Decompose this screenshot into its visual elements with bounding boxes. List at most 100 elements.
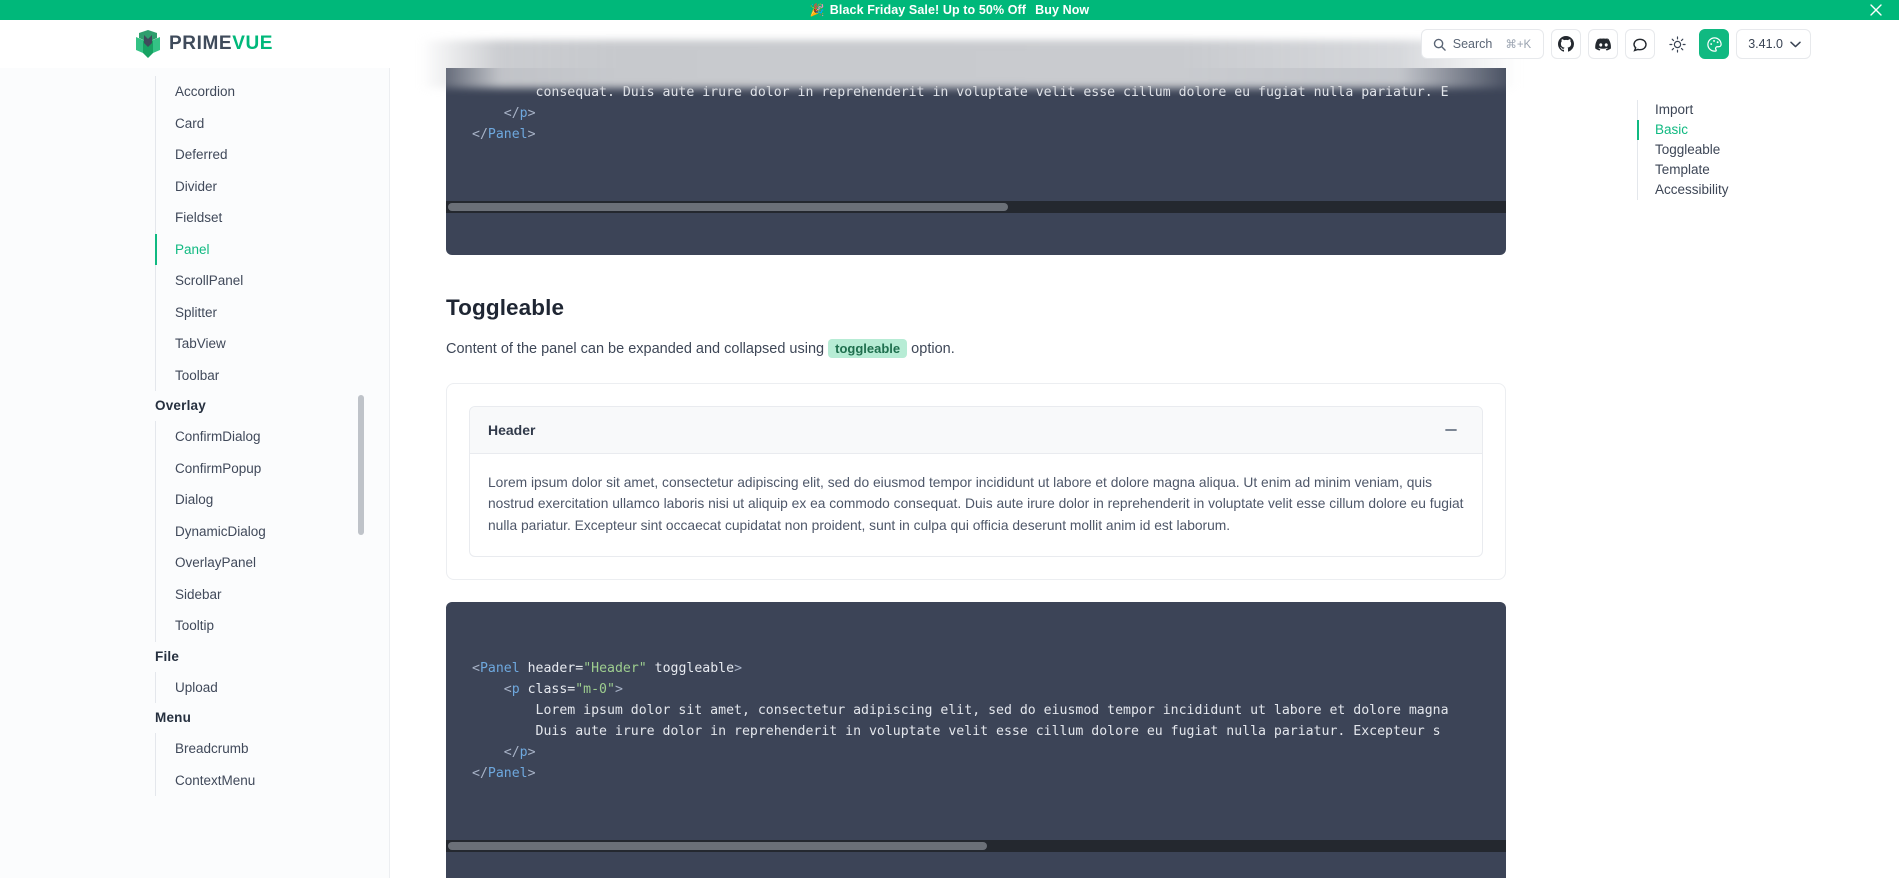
sidebar-group-title: Overlay xyxy=(155,398,206,413)
code-block-toggleable-scrollbar[interactable] xyxy=(446,839,1506,852)
sidebar-item-panel[interactable]: Panel xyxy=(155,233,390,265)
github-icon[interactable] xyxy=(1551,29,1582,59)
close-icon[interactable] xyxy=(1869,3,1883,17)
version-label: 3.41.0 xyxy=(1748,37,1783,51)
code-token-punct: > xyxy=(527,765,536,781)
promo-banner: 🎉 Black Friday Sale! Up to 50% Off Buy N… xyxy=(0,0,1899,20)
code-token-punct: </ xyxy=(472,744,520,760)
sidebar-group-list: Accordion Card Deferred Divider Fieldset Pane… xyxy=(155,76,390,391)
doc-content: consequat. Duis aute irure dolor in repr… xyxy=(446,68,1506,878)
primevue-logo-text: PRIMEVUE xyxy=(169,33,273,55)
panel-header[interactable]: Header xyxy=(470,406,1482,454)
desc-text-before: Content of the panel can be expanded and… xyxy=(446,341,829,357)
sidebar-item-overlaypanel[interactable]: OverlayPanel xyxy=(155,547,390,579)
sidebar-group-title: File xyxy=(155,648,180,664)
code-token-tag: Panel xyxy=(487,127,528,142)
code-token-text: Duis aute irure dolor in reprehenderit i… xyxy=(472,723,1441,739)
sidebar-item-fieldset[interactable]: Fieldset xyxy=(155,202,390,234)
sidebar-item-accordion[interactable]: Accordion xyxy=(155,76,390,108)
sidebar-item-toolbar[interactable]: Toolbar xyxy=(155,360,390,392)
toc-item-import[interactable]: Import xyxy=(1637,100,1807,120)
code-token-punct: < xyxy=(472,681,512,697)
code-token-attr: header= xyxy=(519,660,584,676)
minus-icon[interactable] xyxy=(1438,417,1464,443)
header-actions: Search ⌘+K 3.41.0 xyxy=(1420,29,1811,59)
sun-icon[interactable] xyxy=(1662,29,1693,59)
panel-component: Header Lorem ipsum dolor sit amet, conse… xyxy=(469,405,1483,557)
panel-body-text: Lorem ipsum dolor sit amet, consectetur … xyxy=(488,474,1464,533)
sidebar-item-contextmenu[interactable]: ContextMenu xyxy=(155,765,390,797)
table-of-contents: Import Basic Toggleable Template Accessibili… xyxy=(1637,100,1807,200)
logo-prime: PRIME xyxy=(169,33,233,54)
sidebar-item-splitter[interactable]: Splitter xyxy=(155,297,390,329)
code-token-str: "m-0" xyxy=(575,681,615,697)
code-token-tag: p xyxy=(511,681,520,697)
sidebar-item-deferred[interactable]: Deferred xyxy=(155,139,390,171)
code-token-attr: class= xyxy=(519,681,576,697)
sidebar-group-list: ConfirmDialog ConfirmPopup Dialog DynamicDi… xyxy=(155,421,390,642)
sidebar-item-divider[interactable]: Divider xyxy=(155,171,390,203)
sidebar-item-confirmdialog[interactable]: ConfirmDialog xyxy=(155,421,390,453)
code-token-punct: > xyxy=(527,744,536,760)
panel-demo-card: Header Lorem ipsum dolor sit amet, conse… xyxy=(446,382,1506,580)
sidebar-item-confirmpopup[interactable]: ConfirmPopup xyxy=(155,453,390,485)
sidebar-item-breadcrumb[interactable]: Breadcrumb xyxy=(155,733,390,765)
code-token-punct: </ xyxy=(472,765,488,781)
code-token-str: "Header" xyxy=(583,660,647,676)
toc-item-basic[interactable]: Basic xyxy=(1637,120,1807,140)
sidebar-item-card[interactable]: Card xyxy=(155,108,390,140)
site-header: PRIMEVUE Search ⌘+K 3.41.0 xyxy=(0,20,1899,88)
code-line: </Panel> xyxy=(472,124,1506,145)
code-token-punct: < xyxy=(472,660,480,676)
sidebar-item-tabview[interactable]: TabView xyxy=(155,328,390,360)
logo-vue: VUE xyxy=(232,33,274,54)
palette-icon[interactable] xyxy=(1699,29,1730,59)
code-token-text: Lorem ipsum dolor sit amet, consectetur … xyxy=(472,702,1449,718)
section-title-toggleable: Toggleable xyxy=(446,295,565,320)
code-line: Lorem ipsum dolor sit amet, consectetur … xyxy=(472,700,1506,721)
code-token-text: consequat. Duis aute irure dolor in repr… xyxy=(472,85,1449,100)
buy-now-link[interactable]: Buy Now xyxy=(1035,3,1089,17)
sidebar-group-title: Panel xyxy=(0,68,390,76)
code-token-punct: </ xyxy=(472,106,520,121)
code-token-punct: > xyxy=(614,681,623,697)
toc-item-template[interactable]: Template xyxy=(1637,160,1807,180)
sidebar-group-list: Upload xyxy=(155,671,390,704)
section-desc-toggleable: Content of the panel can be expanded and… xyxy=(446,339,1506,361)
sidebar-item-dialog[interactable]: Dialog xyxy=(155,484,390,516)
code-block-toggleable-text: <Panel header="Header" toggleable> <p cl… xyxy=(446,644,1506,798)
sidebar-item-tooltip[interactable]: Tooltip xyxy=(155,610,390,642)
inline-code-toggleable: toggleable xyxy=(828,339,908,358)
search-icon xyxy=(1433,38,1446,51)
scrollbar-thumb[interactable] xyxy=(448,203,1008,211)
discussions-icon[interactable] xyxy=(1625,29,1656,59)
discord-icon[interactable] xyxy=(1588,29,1619,59)
code-block-basic[interactable]: consequat. Duis aute irure dolor in repr… xyxy=(446,68,1506,255)
search-shortcut: ⌘+K xyxy=(1505,39,1532,51)
chevron-down-icon xyxy=(1790,41,1801,48)
sidebar-item-dynamicdialog[interactable]: DynamicDialog xyxy=(155,516,390,548)
code-line: </p> xyxy=(472,742,1506,763)
sidebar-item-scrollpanel[interactable]: ScrollPanel xyxy=(155,265,390,297)
sidebar-item-sidebar[interactable]: Sidebar xyxy=(155,579,390,611)
search-button[interactable]: Search ⌘+K xyxy=(1420,29,1545,59)
code-block-toggleable[interactable]: <Panel header="Header" toggleable> <p cl… xyxy=(446,601,1506,878)
version-select[interactable]: 3.41.0 xyxy=(1736,29,1811,59)
code-block-basic-scrollbar[interactable] xyxy=(446,201,1506,213)
code-line: <Panel header="Header" toggleable> xyxy=(472,658,1506,679)
sidebar-scrollbar[interactable] xyxy=(358,395,364,535)
code-line: </Panel> xyxy=(472,763,1506,784)
toc-item-toggleable[interactable]: Toggleable xyxy=(1637,140,1807,160)
sidebar-item-upload[interactable]: Upload xyxy=(155,672,390,704)
code-token-punct: > xyxy=(527,127,536,142)
promo-banner-text: Black Friday Sale! Up to 50% Off xyxy=(829,3,1027,17)
party-popper-icon: 🎉 xyxy=(809,3,825,17)
toc-item-accessibility[interactable]: Accessibility xyxy=(1637,180,1807,200)
scrollbar-thumb[interactable] xyxy=(448,841,987,850)
primevue-logo-icon xyxy=(134,29,162,59)
panel-header-title: Header xyxy=(488,421,536,438)
sidebar-divider xyxy=(389,68,390,878)
primevue-logo[interactable]: PRIMEVUE xyxy=(134,29,273,59)
sidebar-groups: PanelAccordionCardDeferredDividerFieldse… xyxy=(0,68,390,836)
code-token-attr: toggleable xyxy=(646,660,735,676)
